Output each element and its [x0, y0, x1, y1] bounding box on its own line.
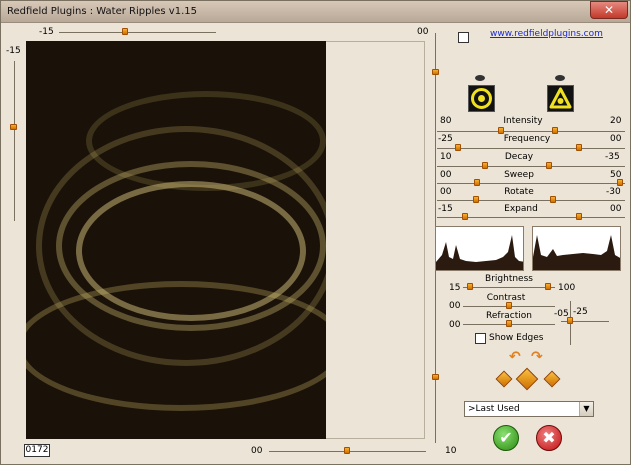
brightness-track[interactable]	[463, 287, 555, 288]
decay-track[interactable]	[437, 166, 625, 167]
decay-left-value: 10	[440, 152, 452, 162]
refraction-left-value: 00	[449, 320, 461, 330]
ok-button[interactable]: ✔	[493, 425, 519, 451]
sweep-track[interactable]	[437, 183, 625, 184]
triangle-ripple-mode-button[interactable]	[547, 85, 574, 112]
rotate-right-arrow-icon[interactable]: ↷	[531, 349, 543, 365]
decay-left-thumb[interactable]	[482, 162, 488, 169]
ripple-preview-image[interactable]	[26, 41, 326, 439]
diamond-left-icon[interactable]	[495, 370, 513, 388]
frequency-right-thumb[interactable]	[576, 144, 582, 151]
rotate-left-arrow-icon[interactable]: ↶	[509, 349, 521, 365]
left-profile-graph[interactable]	[435, 226, 524, 271]
decay-right-value: -35	[605, 152, 620, 162]
redfield-website-link[interactable]: www.redfieldplugins.com	[490, 29, 603, 39]
chevron-down-icon[interactable]: ▼	[579, 402, 593, 416]
brightness-label: Brightness	[485, 274, 533, 284]
top-right-value: 00	[417, 27, 429, 37]
rotate-left-value: 00	[440, 187, 452, 197]
sweep-label: Sweep	[504, 170, 534, 180]
expand-right-thumb[interactable]	[576, 213, 582, 220]
top-slider-track[interactable]	[59, 32, 216, 33]
expand-left-thumb[interactable]	[462, 213, 468, 220]
cancel-button[interactable]: ✖	[536, 425, 562, 451]
left-profile-curve	[436, 235, 523, 270]
close-button[interactable]: ✕	[590, 1, 628, 19]
expand-label: Expand	[504, 204, 538, 214]
rotate-right-thumb[interactable]	[550, 196, 556, 203]
frequency-left-value: -25	[438, 134, 453, 144]
refraction-thumb[interactable]	[506, 320, 512, 327]
right-profile-curve	[533, 235, 620, 270]
preview-blank-area	[326, 41, 425, 439]
diamond-right-icon[interactable]	[543, 370, 561, 388]
diamond-center-icon[interactable]	[515, 367, 539, 391]
right-profile-graph[interactable]	[532, 226, 621, 271]
preset-selected-value: >Last Used	[468, 404, 520, 414]
ripple-ring	[26, 281, 326, 411]
side-thumb[interactable]	[567, 317, 573, 324]
top-slider-value: -15	[39, 27, 54, 37]
sweep-right-thumb[interactable]	[617, 179, 623, 186]
frequency-label: Frequency	[503, 134, 551, 144]
intensity-left-value: 80	[440, 116, 452, 126]
left-slider-track[interactable]	[14, 61, 15, 221]
ripple-ring	[86, 91, 326, 191]
side-right-value: -25	[573, 307, 588, 317]
show-edges-label[interactable]: Show Edges	[489, 333, 543, 343]
right-vertical-slider-thumb-bottom[interactable]	[432, 374, 439, 380]
intensity-left-thumb[interactable]	[498, 127, 504, 134]
circle-ripple-mode-button[interactable]	[468, 85, 495, 112]
frequency-left-thumb[interactable]	[455, 144, 461, 151]
rotate-right-value: -30	[606, 187, 621, 197]
decay-label: Decay	[504, 152, 534, 162]
preset-dropdown[interactable]: >Last Used ▼	[464, 401, 594, 417]
expand-left-value: -15	[438, 204, 453, 214]
brightness-right-value: 100	[558, 283, 576, 293]
intensity-track[interactable]	[437, 131, 625, 132]
eye-icon[interactable]	[555, 75, 565, 81]
frequency-track[interactable]	[437, 148, 625, 149]
left-slider-value: -15	[6, 46, 21, 56]
top-checkbox[interactable]	[458, 32, 469, 43]
intensity-label: Intensity	[503, 116, 543, 126]
window-title: Redfield Plugins : Water Ripples v1.15	[7, 6, 197, 17]
rotate-track[interactable]	[437, 200, 625, 201]
left-slider-thumb[interactable]	[10, 124, 17, 130]
top-slider-thumb[interactable]	[122, 28, 128, 35]
intensity-right-thumb[interactable]	[552, 127, 558, 134]
decay-right-thumb[interactable]	[546, 162, 552, 169]
sweep-left-thumb[interactable]	[474, 179, 480, 186]
plugin-window: Redfield Plugins : Water Ripples v1.15 ✕…	[0, 0, 631, 465]
right-vertical-slider-thumb-top[interactable]	[432, 69, 439, 75]
show-edges-checkbox[interactable]	[475, 333, 486, 344]
sweep-left-value: 00	[440, 170, 452, 180]
brightness-left-value: 15	[449, 283, 461, 293]
contrast-left-value: 00	[449, 301, 461, 311]
coordinate-readout: 0172	[24, 444, 50, 457]
intensity-right-value: 20	[610, 116, 622, 126]
right-bottom-value: 10	[445, 446, 457, 456]
rotate-left-thumb[interactable]	[473, 196, 479, 203]
bottom-slider-thumb[interactable]	[344, 447, 350, 454]
eye-icon[interactable]	[475, 75, 485, 81]
contrast-thumb[interactable]	[506, 302, 512, 309]
triangle-ripple-icon	[549, 87, 572, 109]
rotate-label: Rotate	[504, 187, 534, 197]
bottom-slider-value: 00	[251, 446, 263, 456]
brightness-right-thumb[interactable]	[545, 283, 551, 290]
title-bar: Redfield Plugins : Water Ripples v1.15 ✕	[1, 1, 630, 23]
circle-ripple-icon	[471, 88, 492, 109]
expand-right-value: 00	[610, 204, 622, 214]
brightness-left-thumb[interactable]	[467, 283, 473, 290]
frequency-right-value: 00	[610, 134, 622, 144]
